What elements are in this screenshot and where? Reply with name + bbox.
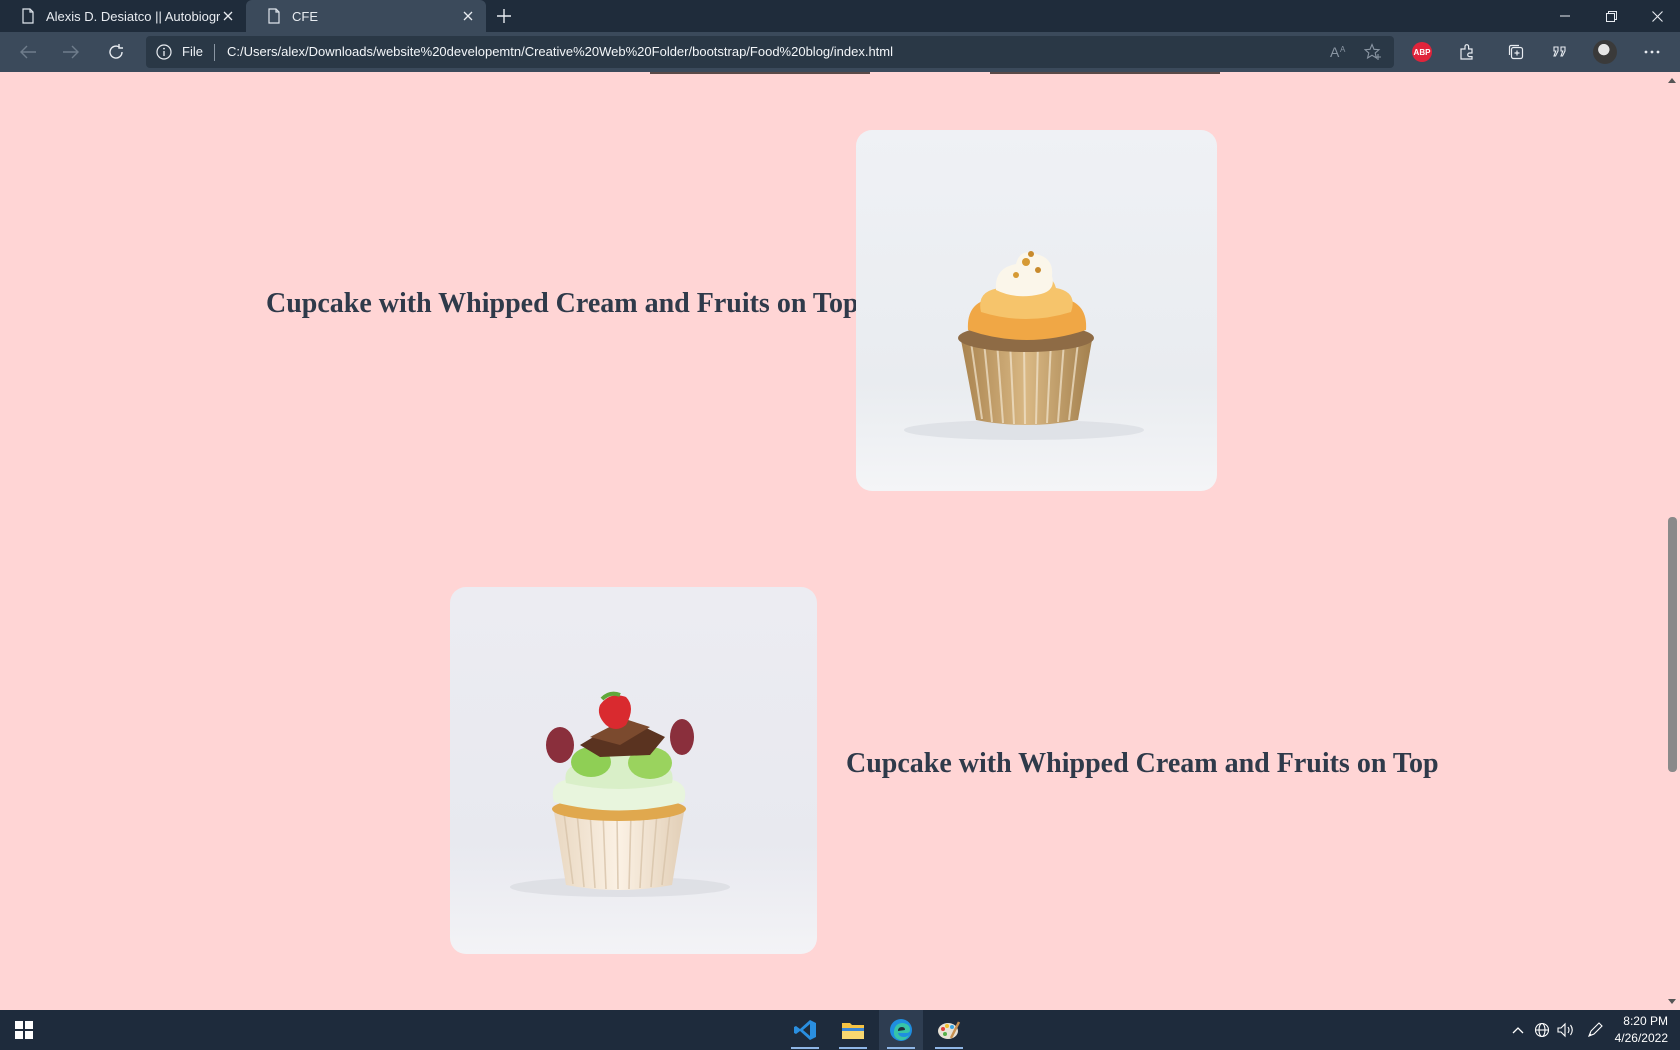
previous-section-edge (990, 72, 1220, 74)
cupcake-fruit-topping-image (450, 587, 817, 954)
edge-icon[interactable] (879, 1010, 923, 1050)
close-tab-icon[interactable] (220, 8, 236, 24)
vscode-icon[interactable] (783, 1010, 827, 1050)
tab-title: CFE (292, 8, 318, 24)
volume-icon[interactable] (1557, 1021, 1575, 1039)
page-icon (20, 8, 36, 24)
tab-autobiography[interactable]: Alexis D. Desiatco || Autobiography (0, 0, 246, 32)
info-icon[interactable] (156, 44, 172, 60)
extensions-icon[interactable] (1455, 41, 1479, 63)
scheme-label: File (182, 44, 203, 59)
scrollbar-thumb[interactable] (1668, 517, 1677, 772)
restore-button[interactable] (1588, 0, 1634, 32)
new-tab-button[interactable] (494, 6, 514, 26)
url-text[interactable]: C:/Users/alex/Downloads/website%20develo… (227, 44, 893, 59)
svg-text:A: A (1340, 45, 1346, 54)
back-button[interactable] (13, 38, 43, 66)
close-tab-icon[interactable] (460, 8, 476, 24)
close-window-button[interactable] (1634, 0, 1680, 32)
start-button[interactable] (0, 1010, 48, 1050)
profile-avatar[interactable] (1593, 40, 1617, 64)
navigation-bar: File C:/Users/alex/Downloads/website%20d… (0, 32, 1680, 72)
favorite-icon[interactable] (1364, 43, 1382, 61)
chevron-up-icon[interactable] (1509, 1021, 1527, 1039)
refresh-button[interactable] (101, 38, 131, 66)
page-icon (266, 8, 282, 24)
page-content: Cupcake with Whipped Cream and Fruits on… (0, 72, 1664, 1010)
scroll-up-icon[interactable] (1667, 75, 1677, 85)
paint-icon[interactable] (927, 1010, 971, 1050)
divider (214, 44, 215, 61)
scroll-down-icon[interactable] (1667, 997, 1677, 1007)
adblock-plus-icon[interactable]: ABP (1410, 41, 1434, 63)
tab-bar: Alexis D. Desiatco || Autobiography CFE (0, 0, 1680, 32)
section-caption: Cupcake with Whipped Cream and Fruits on… (846, 748, 1439, 779)
quote-icon[interactable] (1548, 41, 1572, 63)
file-explorer-icon[interactable] (831, 1010, 875, 1050)
more-icon[interactable] (1640, 41, 1664, 63)
section-caption: Cupcake with Whipped Cream and Fruits on… (266, 288, 859, 319)
vertical-scrollbar[interactable] (1664, 72, 1680, 1010)
minimize-button[interactable] (1542, 0, 1588, 32)
previous-section-edge (650, 72, 870, 74)
read-aloud-icon[interactable]: AA (1330, 43, 1348, 61)
collections-icon[interactable] (1504, 41, 1528, 63)
windows-taskbar: 8:20 PM 4/26/2022 (0, 1010, 1680, 1050)
pen-icon[interactable] (1586, 1021, 1604, 1039)
svg-text:A: A (1330, 44, 1340, 60)
address-bar[interactable]: File C:/Users/alex/Downloads/website%20d… (146, 36, 1394, 68)
forward-button[interactable] (56, 38, 86, 66)
cupcake-orange-frosting-image (856, 130, 1217, 491)
network-globe-icon[interactable] (1533, 1021, 1551, 1039)
clock-date: 4/26/2022 (1614, 1031, 1668, 1045)
system-clock[interactable]: 8:20 PM 4/26/2022 (1615, 1013, 1668, 1047)
tab-cfe[interactable]: CFE (246, 0, 486, 32)
tab-title: Alexis D. Desiatco || Autobiography (46, 8, 220, 24)
clock-time: 8:20 PM (1623, 1014, 1668, 1028)
